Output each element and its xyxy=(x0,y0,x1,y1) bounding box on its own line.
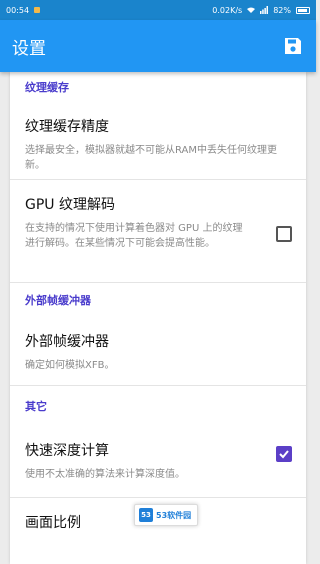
app-bar: 设置 xyxy=(0,20,316,72)
save-icon xyxy=(285,38,301,54)
checkmark-icon xyxy=(279,450,289,459)
wifi-icon xyxy=(247,7,256,13)
status-time: 00:54 xyxy=(6,5,30,15)
section-header-other: 其它 xyxy=(25,400,47,413)
pref-texture-cache-accuracy[interactable]: 纹理缓存精度 选择最安全，模拟器就越不可能从RAM中丢失任何纹理更新。 xyxy=(10,102,306,180)
section-header-external-framebuffer: 外部帧缓冲器 xyxy=(25,294,91,307)
pref-title: 快速深度计算 xyxy=(25,443,109,459)
battery-icon xyxy=(296,6,310,14)
pref-summary: 选择最安全，模拟器就越不可能从RAM中丢失任何纹理更新。 xyxy=(25,145,278,171)
status-bar: 00:54 0.02K/s 82% xyxy=(0,0,316,20)
pref-summary: 在支持的情况下使用计算着色器对 GPU 上的纹理进行解码。在某些情况下可能会提高… xyxy=(25,223,243,249)
section-header-texture-cache: 纹理缓存 xyxy=(25,81,69,94)
settings-list: 纹理缓存 纹理缓存精度 选择最安全，模拟器就越不可能从RAM中丢失任何纹理更新。… xyxy=(10,72,306,564)
network-speed: 0.02K/s xyxy=(212,5,243,15)
pref-external-framebuffer[interactable]: 外部帧缓冲器 确定如何模拟XFB。 xyxy=(10,317,306,385)
watermark: 53 53软件园 xyxy=(134,504,198,526)
notification-icon xyxy=(34,7,41,13)
fast-depth-calculation-checkbox[interactable] xyxy=(276,446,292,462)
pref-gpu-texture-decoding[interactable]: GPU 纹理解码 在支持的情况下使用计算着色器对 GPU 上的纹理进行解码。在某… xyxy=(10,180,306,283)
pref-fast-depth-calculation[interactable]: 快速深度计算 使用不太准确的算法来计算深度值。 xyxy=(10,426,306,498)
gpu-texture-decoding-checkbox[interactable] xyxy=(276,226,292,242)
battery-percent: 82% xyxy=(273,5,291,15)
pref-title: GPU 纹理解码 xyxy=(25,197,115,213)
watermark-logo: 53 xyxy=(139,508,153,522)
pref-title: 外部帧缓冲器 xyxy=(25,334,109,350)
pref-summary: 确定如何模拟XFB。 xyxy=(25,360,115,371)
save-button[interactable] xyxy=(282,35,304,57)
watermark-text: 53软件园 xyxy=(156,510,192,520)
pref-summary: 使用不太准确的算法来计算深度值。 xyxy=(25,469,185,480)
page-title: 设置 xyxy=(12,38,46,59)
signal-icon xyxy=(260,6,269,14)
pref-title: 纹理缓存精度 xyxy=(25,119,109,135)
